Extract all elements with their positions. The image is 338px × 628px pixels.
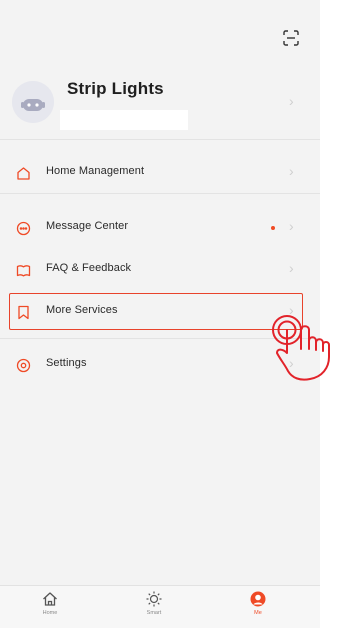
bottom-tab-bar: Home Smart Me [0, 585, 320, 628]
profile-account-field [60, 110, 188, 130]
more-services-highlight-box [9, 293, 303, 330]
message-icon [16, 221, 31, 236]
tab-me[interactable]: Me [238, 590, 278, 626]
menu-item-faq-feedback[interactable]: FAQ & Feedback › [0, 250, 320, 290]
chevron-right-icon: › [289, 93, 294, 109]
phone-frame: Strip Lights › Home Management › Message… [0, 0, 338, 628]
unread-dot [271, 226, 275, 230]
menu-item-home-management[interactable]: Home Management › [0, 153, 320, 193]
tab-label: Me [254, 610, 262, 616]
home-icon [43, 592, 57, 606]
menu-label: Home Management [46, 165, 145, 177]
tab-smart[interactable]: Smart [134, 590, 174, 626]
tab-home[interactable]: Home [30, 590, 70, 626]
book-icon [16, 263, 31, 278]
scan-icon[interactable] [283, 30, 299, 46]
menu-label: Settings [46, 357, 87, 369]
divider [0, 193, 320, 194]
tab-label: Smart [146, 610, 162, 616]
sun-icon [146, 591, 162, 607]
chevron-right-icon: › [289, 218, 294, 234]
chevron-right-icon: › [289, 260, 294, 276]
me-icon [250, 591, 266, 607]
menu-item-message-center[interactable]: Message Center › [0, 208, 320, 248]
tab-label: Home [42, 610, 58, 616]
profile-header[interactable]: Strip Lights › [0, 66, 320, 130]
settings-icon [16, 358, 31, 373]
home-outline-icon [16, 166, 31, 181]
menu-label: FAQ & Feedback [46, 262, 132, 274]
robot-avatar-icon [12, 81, 54, 123]
menu-label: Message Center [46, 220, 129, 232]
tap-hand-icon [262, 305, 338, 385]
profile-name: Strip Lights [67, 79, 164, 98]
divider [0, 139, 320, 140]
chevron-right-icon: › [289, 163, 294, 179]
